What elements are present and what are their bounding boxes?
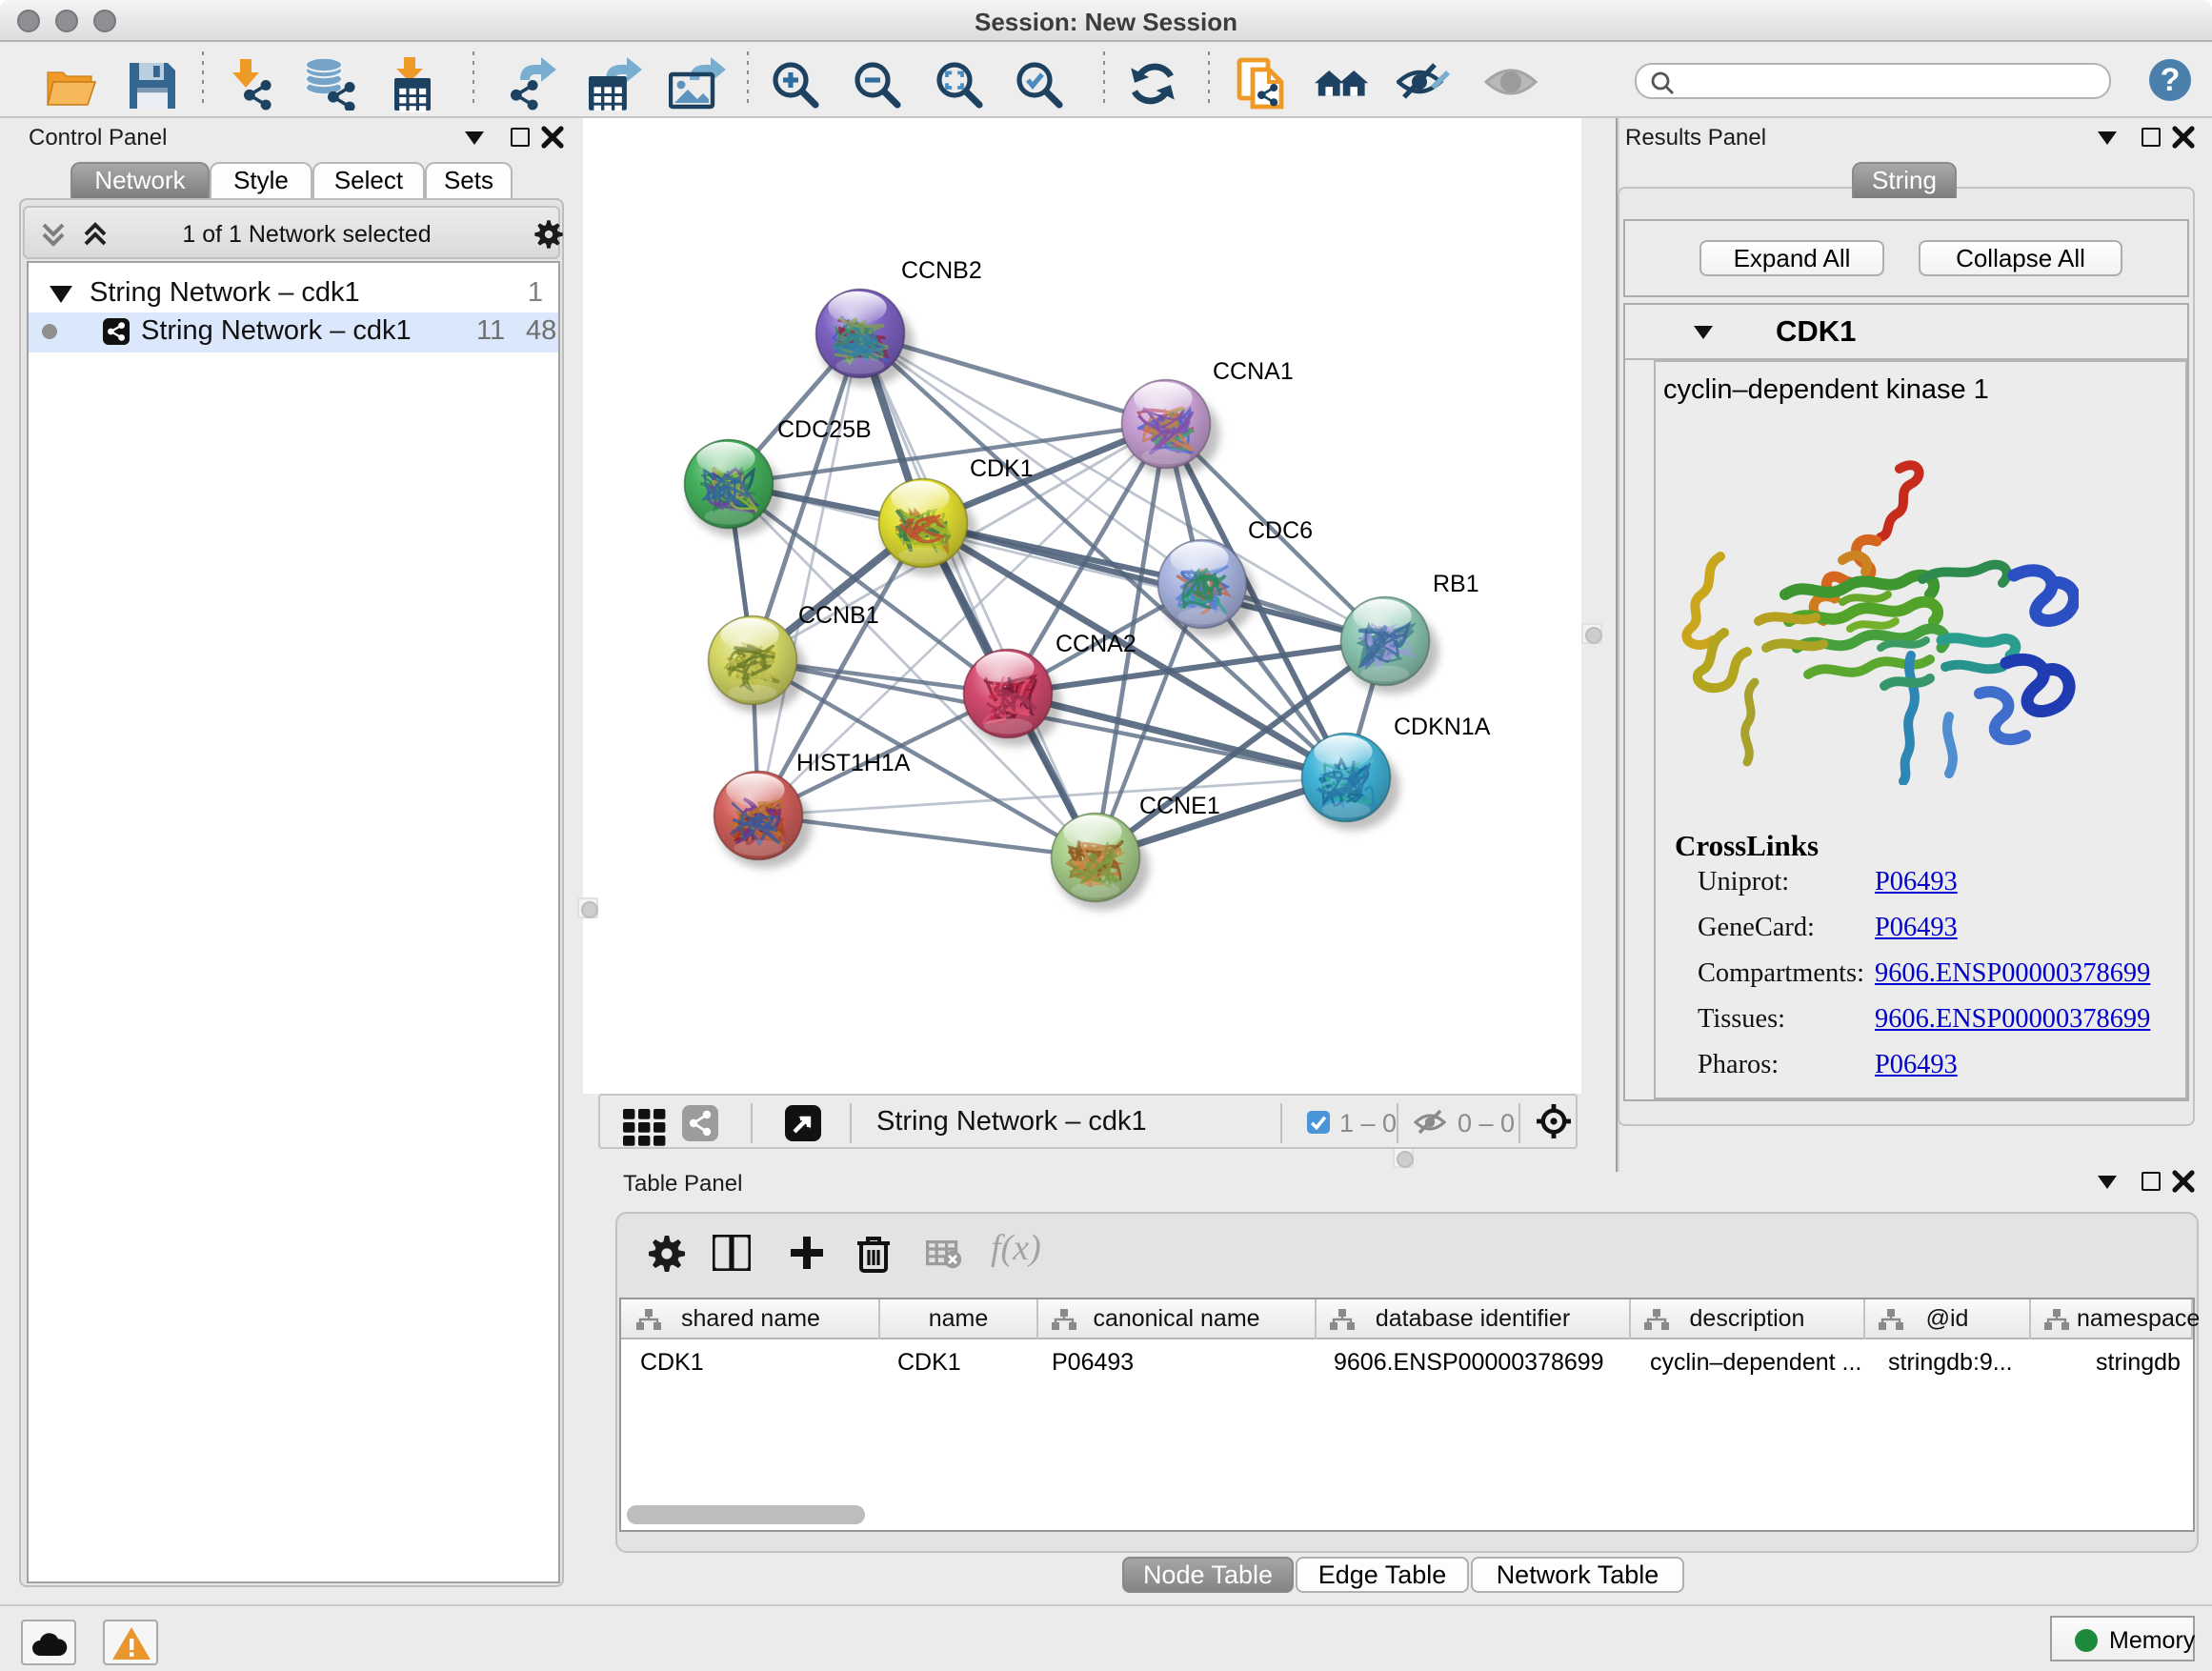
svg-text:CDK1: CDK1 bbox=[970, 455, 1034, 482]
svg-text:CCNA2: CCNA2 bbox=[1056, 631, 1136, 657]
svg-text:RB1: RB1 bbox=[1433, 571, 1479, 597]
svg-text:CCNB2: CCNB2 bbox=[901, 257, 982, 284]
svg-text:CDC6: CDC6 bbox=[1248, 517, 1313, 544]
svg-text:HIST1H1A: HIST1H1A bbox=[796, 750, 911, 776]
svg-text:CDC25B: CDC25B bbox=[777, 416, 872, 443]
svg-text:CCNB1: CCNB1 bbox=[798, 602, 879, 629]
svg-text:CDKN1A: CDKN1A bbox=[1394, 714, 1491, 740]
svg-text:CCNE1: CCNE1 bbox=[1139, 793, 1220, 819]
svg-text:?: ? bbox=[2161, 61, 2181, 97]
svg-text:CCNA1: CCNA1 bbox=[1213, 358, 1294, 385]
